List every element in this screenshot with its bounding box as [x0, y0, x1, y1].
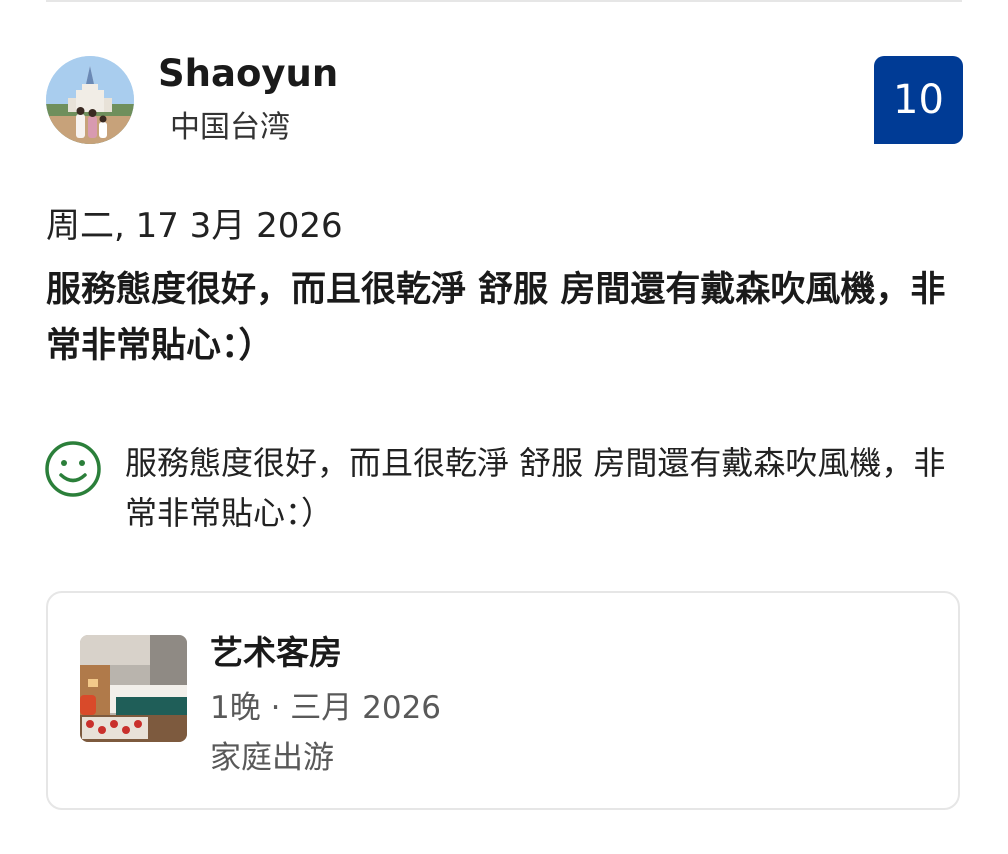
review-date: 周二, 17 3月 2026	[46, 206, 343, 246]
top-divider	[46, 0, 962, 2]
stay-duration-date: 1晚 · 三月 2026	[210, 690, 442, 726]
stay-details-card[interactable]: 艺术客房 1晚 · 三月 2026 家庭出游	[46, 591, 960, 810]
review-positive-text: 服務態度很好，而且很乾淨 舒服 房間還有戴森吹風機，非常非常貼心：）	[125, 444, 946, 532]
reviewer-avatar[interactable]	[46, 56, 134, 144]
traveler-type: 家庭出游	[210, 740, 334, 776]
reviewer-name: Shaoyun	[158, 52, 339, 95]
review-score-badge: 10	[874, 56, 963, 144]
reviewer-country: 中国台湾	[170, 110, 290, 145]
room-photo	[80, 635, 187, 742]
smiley-icon	[45, 441, 101, 497]
room-name: 艺术客房	[210, 633, 342, 672]
avatar-image	[46, 56, 134, 144]
room-thumbnail	[80, 635, 187, 742]
review-title: 服務態度很好，而且很乾淨 舒服 房間還有戴森吹風機，非常非常貼心：）	[46, 270, 946, 366]
